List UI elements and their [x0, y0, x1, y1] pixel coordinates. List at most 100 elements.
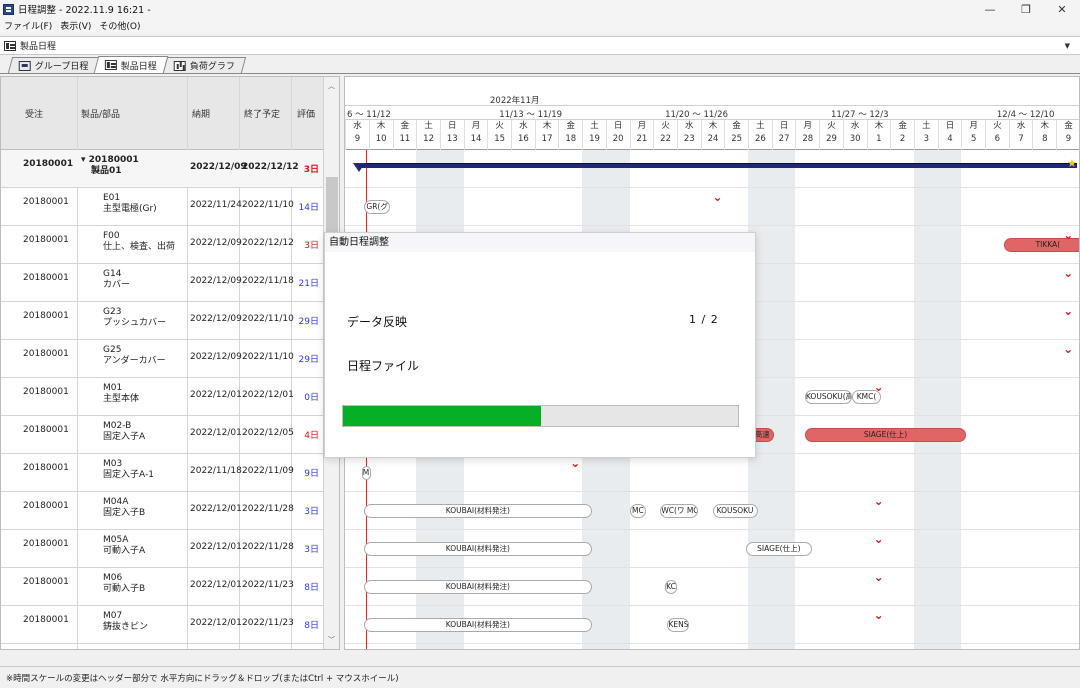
weekday-label: 金 [898, 121, 907, 131]
part-name: 鋳抜きピン [103, 622, 149, 632]
date-label: 12 [423, 134, 434, 144]
due-marker-icon: ⌄ [1063, 342, 1074, 356]
day-column-header: 土 26 [748, 120, 772, 150]
task-bar[interactable]: KENS [667, 618, 689, 632]
task-bar[interactable]: KC [665, 580, 677, 594]
menu-file[interactable]: ファイル(F) [4, 19, 52, 32]
summary-bar[interactable] [357, 163, 1077, 168]
table-row[interactable]: 20180001 2022/12/09 2022/11/10 29日 G25 アンダーカバ… [1, 340, 323, 378]
cell-end: 2022/11/23 [242, 580, 294, 590]
day-column-header: 木8 [1032, 120, 1056, 150]
cell-due: 2022/12/09 [190, 314, 242, 324]
tab-product-schedule[interactable]: 製品日程 [94, 56, 169, 73]
date-label: 9 [354, 134, 361, 144]
horizontal-scrollbar[interactable]: ‹ › [345, 649, 1080, 650]
cell-end: 2022/12/12 [242, 238, 294, 248]
task-bar[interactable]: KOUBAI(材料発注) [364, 618, 592, 632]
header-part[interactable]: 製品/部品 [81, 107, 120, 120]
task-bar[interactable]: MI [361, 466, 372, 480]
menu-bar: ファイル(F) 表示(V) その他(O) [0, 18, 1080, 33]
table-row[interactable]: 20180001 2022/12/09 2022/11/10 29日 G23 プッシュカバ… [1, 302, 323, 340]
tab-label: 製品日程 [121, 61, 158, 72]
task-bar[interactable]: SIAGE(仕上) [745, 542, 813, 556]
day-column-header: 金2 [890, 120, 914, 150]
gantt-header[interactable]: 2022年11月 6 ～ 11/12 11/13 ～ 11/19 11/20 ～ 1… [345, 77, 1079, 150]
table-row[interactable]: 20180001 2022/12/01 2022/12/01 0日 M01 主型本体 [1, 378, 323, 416]
table-row[interactable]: 20180001 2022/11/18 2022/11/09 9日 M03 固定入子A-1 [1, 454, 323, 492]
weekday-label: 日 [779, 121, 789, 131]
cell-eval: 0日 [304, 393, 319, 403]
task-bar[interactable]: MC [629, 504, 647, 518]
cell-end: 2022/11/10 [242, 200, 294, 210]
cell-part: M04A 固定入子B [103, 497, 145, 519]
cell-part: F00 仕上、検査、出荷 [103, 231, 175, 253]
auto-schedule-dialog: 自動日程調整 データ反映 1 / 2 日程ファイル [324, 232, 756, 458]
cell-part: M07 鋳抜きピン [103, 611, 148, 633]
table-row[interactable]: 20180001 2022/12/01 2022/11/23 8日 M07 鋳抜きピン [1, 606, 323, 644]
day-column-header: 木 24 [700, 120, 725, 150]
cell-order: 20180001 [23, 349, 69, 359]
part-code[interactable]: ▾ 20180001 [81, 155, 139, 166]
date-label: 23 [683, 134, 695, 144]
task-bar[interactable]: KOUSOKU [712, 504, 758, 518]
table-row[interactable]: 20180001 2022/12/09 2022/12/12 3日 F00 仕上、検査、出… [1, 226, 323, 264]
tab-group-schedule[interactable]: グループ日程 [7, 57, 100, 73]
weekday-label: 火 [993, 121, 1002, 131]
header-eval[interactable]: 評価 [297, 107, 315, 120]
cell-eval: 8日 [304, 621, 319, 631]
cell-due: 2022/12/01 [190, 618, 242, 628]
cell-eval: 3日 [304, 545, 319, 555]
cell-eval: 3日 [304, 241, 319, 251]
weekday-label: 土 [590, 121, 599, 131]
minimize-button[interactable]: — [972, 0, 1008, 18]
tab-load-graph[interactable]: 負荷グラフ [163, 57, 247, 73]
close-button[interactable]: ✕ [1044, 0, 1080, 18]
weekday-label: 木 [542, 121, 552, 131]
chevron-up-icon[interactable]: ︿ [328, 81, 335, 91]
table-row[interactable]: 20180001 2022/12/01 2022/11/23 8日 M06 可動入子B [1, 568, 323, 606]
task-bar[interactable]: KOUBAI(材料発注) [364, 580, 592, 594]
date-label: 16 [517, 134, 529, 144]
part-code: M07 [103, 611, 123, 621]
menu-other[interactable]: その他(O) [99, 19, 140, 32]
header-divider [345, 105, 1079, 106]
header-due[interactable]: 納期 [192, 107, 210, 120]
task-bar[interactable]: KOUBAI(材料発注) [364, 542, 592, 556]
cell-part: M01 主型本体 [103, 383, 139, 405]
table-row[interactable]: 20180001 2022/12/01 2022/12/05 4日 M02-B 固定入子A [1, 416, 323, 454]
task-bar[interactable]: KOUSOKU(高 [804, 390, 853, 404]
date-label: 13 [446, 134, 458, 144]
part-code: M05A [103, 535, 129, 545]
dialog-step-count: 1 / 2 [689, 313, 719, 326]
table-row[interactable]: 20180001 2022/12/09 2022/11/18 21日 G14 カバー [1, 264, 323, 302]
chevron-down-icon[interactable]: ﹀ [328, 635, 335, 645]
date-label: 2 [899, 134, 906, 144]
table-row[interactable]: 20180001 2022/12/09 2022/12/12 3日 ▾ 20180001… [1, 150, 323, 188]
table-row[interactable]: 20180001 2022/12/01 2022/11/28 3日 M05A 可動入子A [1, 530, 323, 568]
part-name: アンダーカバー [103, 356, 166, 366]
cell-order: 20180001 [23, 235, 69, 245]
weekday-label: 金 [1064, 121, 1073, 131]
task-bar[interactable]: SIAGE(仕上) [804, 428, 967, 442]
table-row[interactable]: 20180001 2022/12/01 2022/11/28 3日 M04A 固定入子B [1, 492, 323, 530]
weekday-label: 木 [708, 121, 718, 131]
menu-view[interactable]: 表示(V) [60, 19, 91, 32]
weekday-label: 金 [732, 121, 741, 131]
schedule-select[interactable]: 製品日程 ▼ [0, 36, 1080, 55]
table-row[interactable]: 20180001 2022/11/24 2022/11/10 14日 E01 主型電極(G… [1, 188, 323, 226]
task-bar[interactable]: WC(ワ MC( [660, 504, 699, 518]
task-bar[interactable]: GR(グ [364, 200, 391, 214]
restore-button[interactable]: ❐ [1008, 0, 1044, 18]
cell-due: 2022/12/09 [190, 352, 242, 362]
part-name: 固定入子B [103, 508, 146, 518]
cell-eval: 29日 [298, 317, 319, 327]
header-end[interactable]: 終了予定 [244, 107, 280, 120]
header-order[interactable]: 受注 [25, 107, 43, 120]
chevron-down-icon[interactable]: ▼ [1065, 42, 1070, 50]
cell-due: 2022/12/09 [190, 276, 242, 286]
cell-part: G14 カバー [103, 269, 130, 291]
task-bar[interactable]: KOUBAI(材料発注) [364, 504, 592, 518]
weekday-label: 月 [471, 121, 481, 131]
cell-eval: 9日 [304, 469, 319, 479]
due-marker-icon: ⌄ [1063, 228, 1074, 242]
